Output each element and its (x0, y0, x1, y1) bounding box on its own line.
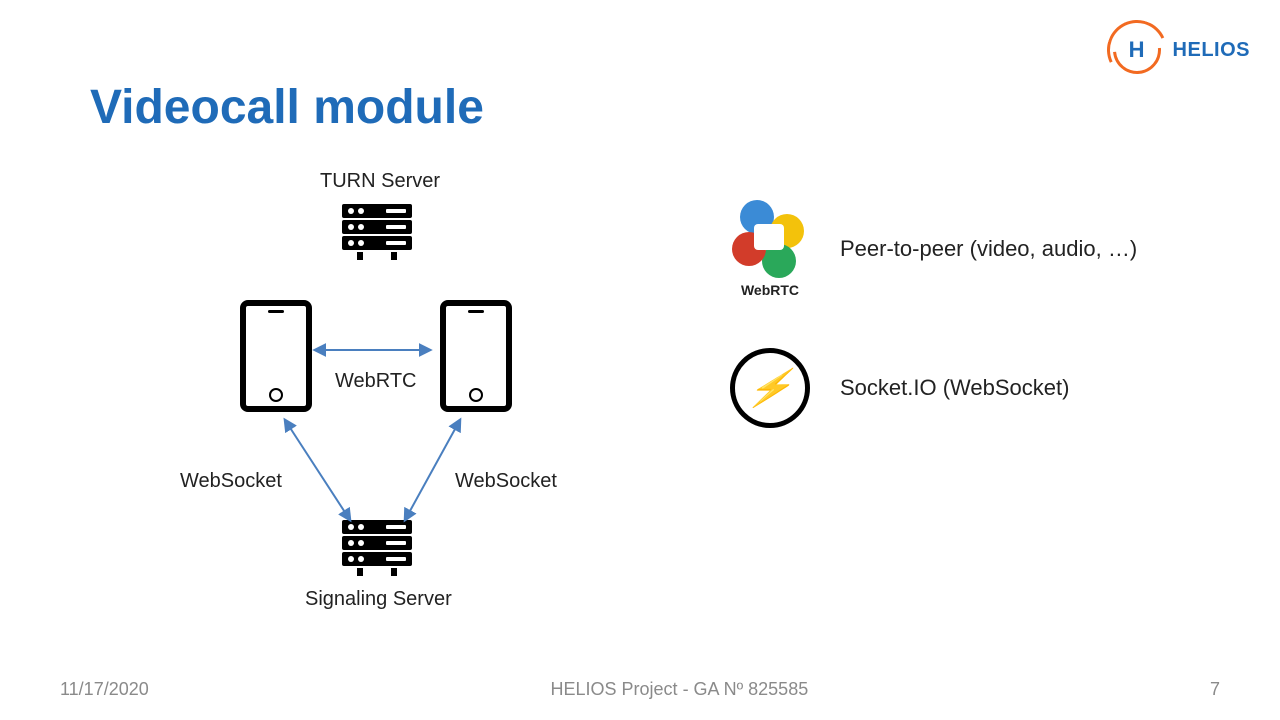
brand-logo-mark: H (1107, 20, 1167, 80)
webrtc-arrow-label: WebRTC (335, 370, 417, 393)
turn-server-label: TURN Server (320, 170, 440, 193)
legend: WebRTC Peer-to-peer (video, audio, …) ⚡ … (730, 200, 1230, 478)
socketio-description: Socket.IO (WebSocket) (840, 375, 1069, 401)
phone-left-icon (240, 300, 312, 412)
phone-right-icon (440, 300, 512, 412)
legend-webrtc: WebRTC Peer-to-peer (video, audio, …) (730, 200, 1230, 298)
page-title: Videocall module (90, 80, 484, 135)
turn-server-icon (342, 204, 412, 260)
signaling-server-icon (342, 520, 412, 576)
brand-name: HELIOS (1173, 39, 1250, 62)
legend-socketio: ⚡ Socket.IO (WebSocket) (730, 348, 1230, 428)
architecture-diagram: TURN Server WebRTC WebSocket WebSocket S… (90, 170, 650, 640)
footer-project: HELIOS Project - GA Nº 825585 (551, 679, 809, 700)
socketio-logo: ⚡ (730, 348, 810, 428)
footer-date: 11/17/2020 (60, 679, 149, 700)
webrtc-logo: WebRTC (730, 200, 810, 298)
websocket-right-label: WebSocket (455, 470, 557, 493)
brand-logo-letter: H (1121, 34, 1153, 66)
signaling-server-label: Signaling Server (305, 588, 452, 611)
webrtc-description: Peer-to-peer (video, audio, …) (840, 236, 1137, 262)
webrtc-logo-caption: WebRTC (730, 282, 810, 298)
websocket-left-label: WebSocket (180, 470, 282, 493)
brand-logo: H HELIOS (1107, 20, 1250, 80)
footer-page: 7 (1210, 679, 1220, 700)
slide-footer: 11/17/2020 HELIOS Project - GA Nº 825585… (0, 679, 1280, 700)
